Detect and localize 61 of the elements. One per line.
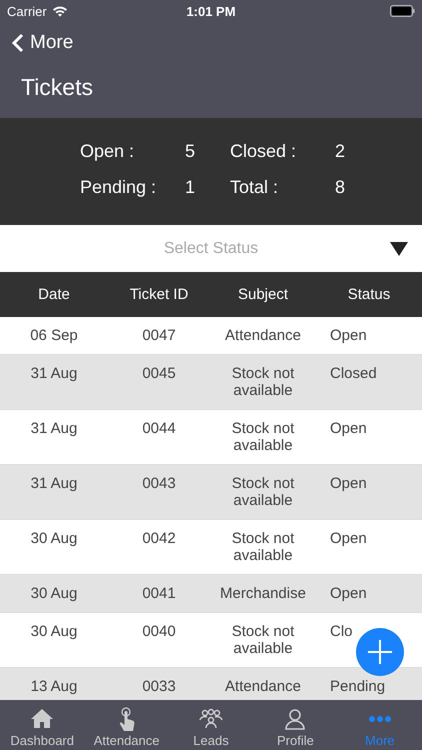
table-cell-text: 31 Aug <box>30 365 78 384</box>
table-cell: Open <box>330 327 367 344</box>
group-icon <box>199 707 224 731</box>
table-cell: 06 Sep <box>30 327 78 344</box>
table-cell-text: Clo <box>330 623 353 642</box>
table-cell: Attendance <box>225 327 301 344</box>
table-cell: 0041 <box>142 585 176 602</box>
table-cell: Pending <box>330 678 386 695</box>
table-cell-text: 30 Aug <box>30 623 78 642</box>
table-cell-text: 0042 <box>142 530 176 549</box>
table-cell-text: 31 Aug <box>30 420 78 439</box>
table-cell: 0047 <box>142 327 176 344</box>
table-cell-text: 0040 <box>142 623 176 642</box>
more-icon <box>368 716 392 722</box>
summary-count: 8 <box>335 176 346 199</box>
table-cell-text: Stock not available <box>230 420 296 454</box>
tab-item[interactable]: Profile <box>253 700 338 750</box>
table-cell-text: 0043 <box>142 475 176 494</box>
wifi-icon <box>52 5 68 17</box>
table-cell-text: 0045 <box>142 365 176 384</box>
table-cell: 13 Aug <box>30 678 78 695</box>
battery-icon <box>390 5 415 17</box>
column-header: Status <box>346 286 392 303</box>
back-button[interactable]: More <box>12 28 74 58</box>
page-title: Tickets <box>20 73 94 102</box>
dropdown-arrow-icon <box>390 242 408 256</box>
summary-count: 5 <box>185 140 196 163</box>
clock-time: 1:01 PM <box>186 4 236 18</box>
summary-label: Open : <box>80 140 136 163</box>
table-cell: Merchandise <box>220 585 306 602</box>
table-cell-text: Open <box>330 420 367 439</box>
summary-label: Closed : <box>230 140 298 163</box>
summary-count: 2 <box>335 140 346 163</box>
home-icon <box>30 707 54 731</box>
table-cell-text: Stock not available <box>230 365 296 399</box>
summary-count: 1 <box>185 176 196 199</box>
summary-label: Total : <box>230 176 280 199</box>
table-cell-text: Stock not available <box>230 623 296 657</box>
tab-item[interactable]: Attendance <box>84 700 169 750</box>
column-header: Ticket ID <box>128 286 190 303</box>
table-cell: Attendance <box>225 678 301 695</box>
back-chevron-icon <box>12 33 24 53</box>
table-cell-text: Open <box>330 475 367 494</box>
table-cell: 30 Aug <box>30 585 78 602</box>
table-cell-text: 30 Aug <box>30 530 78 549</box>
column-header: Date <box>37 286 71 303</box>
table-cell-text: 31 Aug <box>30 475 78 494</box>
table-cell-text: Open <box>330 530 367 549</box>
table-cell-text: Stock not available <box>230 475 296 509</box>
table-cell-text: Closed <box>330 365 377 384</box>
table-cell: 0033 <box>142 678 176 695</box>
tab-item[interactable]: Leads <box>168 700 254 750</box>
column-header: Subject <box>236 286 290 303</box>
summary-label: Pending : <box>80 176 158 199</box>
carrier-label: Carrier <box>7 4 47 18</box>
table-cell-text: 0044 <box>142 420 176 439</box>
person-icon <box>283 707 308 731</box>
tab-item[interactable]: Dashboard <box>0 700 84 750</box>
table-cell: Open <box>330 585 367 602</box>
plus-icon <box>367 639 393 665</box>
table-cell-text: Stock not available <box>230 530 296 564</box>
